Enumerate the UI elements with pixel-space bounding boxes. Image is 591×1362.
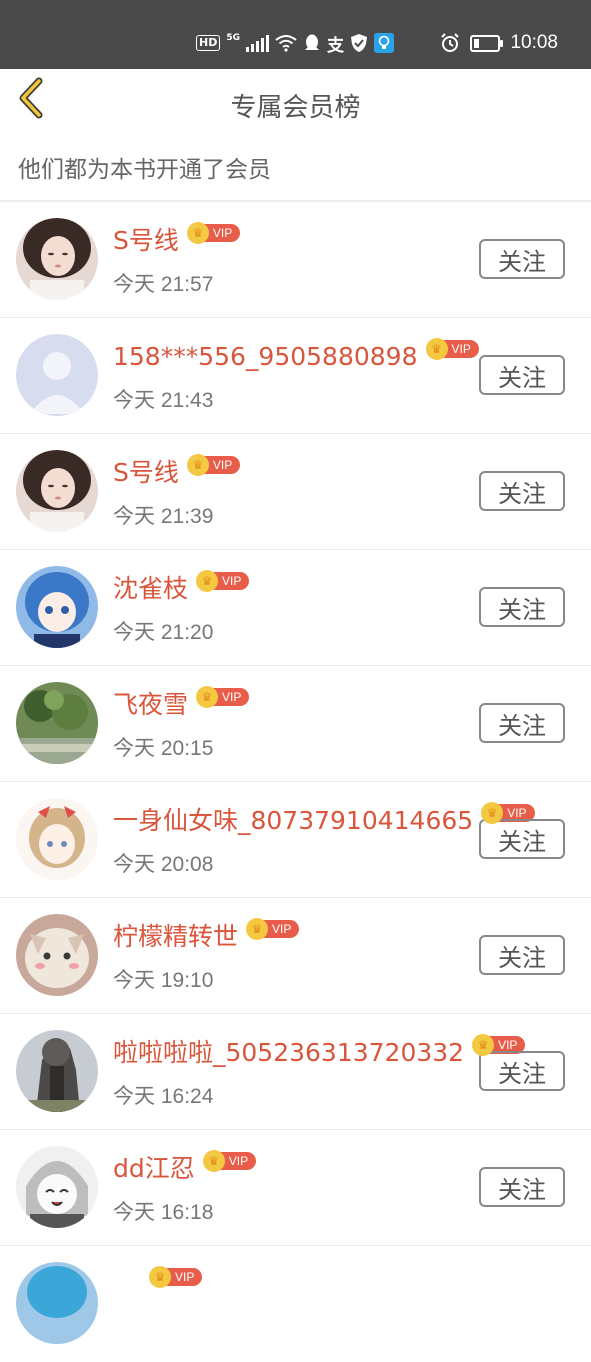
member-name[interactable]: dd江忍 xyxy=(113,1152,195,1186)
vip-badge: ♛ VIP xyxy=(186,454,241,476)
follow-button[interactable]: 关注 xyxy=(479,1167,565,1207)
member-name[interactable]: 飞夜雪 xyxy=(113,688,188,722)
member-name[interactable]: 啦啦啦啦_505236313720332 xyxy=(113,1036,464,1070)
member-row[interactable]: 一身仙女味_80737910414665 ♛ VIP 今天 20:08 关注 xyxy=(0,782,591,898)
crown-icon: ♛ xyxy=(196,686,219,708)
member-time: 今天 21:39 xyxy=(113,505,214,528)
vip-badge: ♛ VIP xyxy=(196,686,250,708)
name-line: S号线 ♛ VIP xyxy=(113,222,241,258)
avatar[interactable] xyxy=(16,1030,98,1112)
avatar[interactable] xyxy=(16,450,98,532)
member-row[interactable]: 沈雀枝 ♛ VIP 今天 21:20 关注 xyxy=(0,550,591,666)
member-name[interactable]: 柠檬精转世 xyxy=(113,920,238,954)
member-time: 今天 21:57 xyxy=(113,273,214,296)
avatar[interactable] xyxy=(16,334,98,416)
crown-icon: ♛ xyxy=(202,1150,225,1172)
crown-icon: ♛ xyxy=(186,454,209,476)
crown-icon: ♛ xyxy=(425,338,448,360)
name-line: 飞夜雪 ♛ VIP xyxy=(113,686,250,722)
crown-icon: ♛ xyxy=(472,1034,495,1056)
name-line: S号线 ♛ VIP xyxy=(113,454,241,490)
avatar[interactable] xyxy=(16,914,98,996)
avatar[interactable] xyxy=(16,798,98,880)
member-name[interactable]: 158***556_9505880898 xyxy=(113,340,418,374)
member-time: 今天 19:10 xyxy=(113,969,214,992)
vip-badge: ♛ VIP xyxy=(202,1150,257,1172)
follow-button[interactable]: 关注 xyxy=(479,1051,565,1091)
battery-icon xyxy=(470,34,504,52)
member-row[interactable]: ​ ♛VIP xyxy=(0,1246,591,1362)
qq-icon xyxy=(305,34,319,50)
status-bar: HD 5G 支 10:08 xyxy=(0,0,591,69)
follow-button[interactable]: 关注 xyxy=(479,703,565,743)
member-list: S号线 ♛ VIP 今天 21:57 关注 158***556_950588089… xyxy=(0,202,591,1362)
name-line: ​ ♛VIP xyxy=(113,1266,203,1302)
bulb-icon xyxy=(374,33,394,53)
member-row[interactable]: 158***556_9505880898 ♛ VIP 今天 21:43 关注 xyxy=(0,318,591,434)
page-subtitle: 他们都为本书开通了会员 xyxy=(18,157,271,183)
vip-badge: ♛ VIP xyxy=(149,1266,203,1288)
name-line: dd江忍 ♛ VIP xyxy=(113,1150,257,1186)
avatar[interactable] xyxy=(16,566,98,648)
crown-icon: ♛ xyxy=(186,222,209,244)
signal-icon xyxy=(246,34,269,52)
member-time: 今天 16:24 xyxy=(113,1085,214,1108)
nav-bar: 专属会员榜 xyxy=(0,69,591,135)
vip-badge: ♛ VIP xyxy=(186,222,241,244)
follow-button[interactable]: 关注 xyxy=(479,935,565,975)
follow-button[interactable]: 关注 xyxy=(479,587,565,627)
shield-icon xyxy=(351,34,367,52)
avatar[interactable] xyxy=(16,682,98,764)
member-name[interactable]: 一身仙女味_80737910414665 xyxy=(113,804,473,838)
clock: 10:08 xyxy=(510,32,558,53)
name-line: 一身仙女味_80737910414665 ♛ VIP xyxy=(113,802,535,838)
vip-badge: ♛ VIP xyxy=(196,570,250,592)
name-line: 啦啦啦啦_505236313720332 ♛ VIP xyxy=(113,1034,526,1070)
crown-icon: ♛ xyxy=(246,918,269,940)
alarm-icon xyxy=(441,33,460,52)
status-right: 10:08 xyxy=(440,30,558,56)
follow-button[interactable]: 关注 xyxy=(479,819,565,859)
alipay-icon: 支 xyxy=(327,35,344,56)
member-time: 今天 16:18 xyxy=(113,1201,214,1224)
vip-badge: ♛ VIP xyxy=(425,338,479,360)
member-row[interactable]: S号线 ♛ VIP 今天 21:39 关注 xyxy=(0,434,591,550)
network-type: 5G xyxy=(226,33,240,43)
member-time: 今天 20:08 xyxy=(113,853,214,876)
name-line: 沈雀枝 ♛ VIP xyxy=(113,570,250,606)
follow-button[interactable]: 关注 xyxy=(479,239,565,279)
member-time: 今天 21:20 xyxy=(113,621,214,644)
member-name[interactable]: 沈雀枝 xyxy=(113,572,188,606)
name-line: 柠檬精转世 ♛ VIP xyxy=(113,918,300,954)
avatar[interactable] xyxy=(16,1262,98,1344)
member-row[interactable]: S号线 ♛ VIP 今天 21:57 关注 xyxy=(0,202,591,318)
member-time: 今天 20:15 xyxy=(113,737,214,760)
avatar[interactable] xyxy=(16,218,98,300)
member-row[interactable]: dd江忍 ♛ VIP 今天 16:18 关注 xyxy=(0,1130,591,1246)
avatar[interactable] xyxy=(16,1146,98,1228)
follow-button[interactable]: 关注 xyxy=(479,471,565,511)
name-line: 158***556_9505880898 ♛ VIP xyxy=(113,338,479,374)
follow-button[interactable]: 关注 xyxy=(479,355,565,395)
member-row[interactable]: 飞夜雪 ♛ VIP 今天 20:15 关注 xyxy=(0,666,591,782)
status-icons: HD 5G 支 xyxy=(196,30,394,56)
wifi-icon xyxy=(275,35,297,52)
member-row[interactable]: 柠檬精转世 ♛ VIP 今天 19:10 关注 xyxy=(0,898,591,1014)
page-title: 专属会员榜 xyxy=(230,93,361,123)
member-row[interactable]: 啦啦啦啦_505236313720332 ♛ VIP 今天 16:24 关注 xyxy=(0,1014,591,1130)
hd-badge: HD xyxy=(196,35,221,51)
member-time: 今天 21:43 xyxy=(113,389,214,412)
member-name[interactable]: S号线 xyxy=(113,224,179,258)
crown-icon: ♛ xyxy=(196,570,219,592)
member-name[interactable]: S号线 xyxy=(113,456,179,490)
crown-icon: ♛ xyxy=(149,1266,171,1288)
vip-badge: ♛ VIP xyxy=(246,918,300,940)
